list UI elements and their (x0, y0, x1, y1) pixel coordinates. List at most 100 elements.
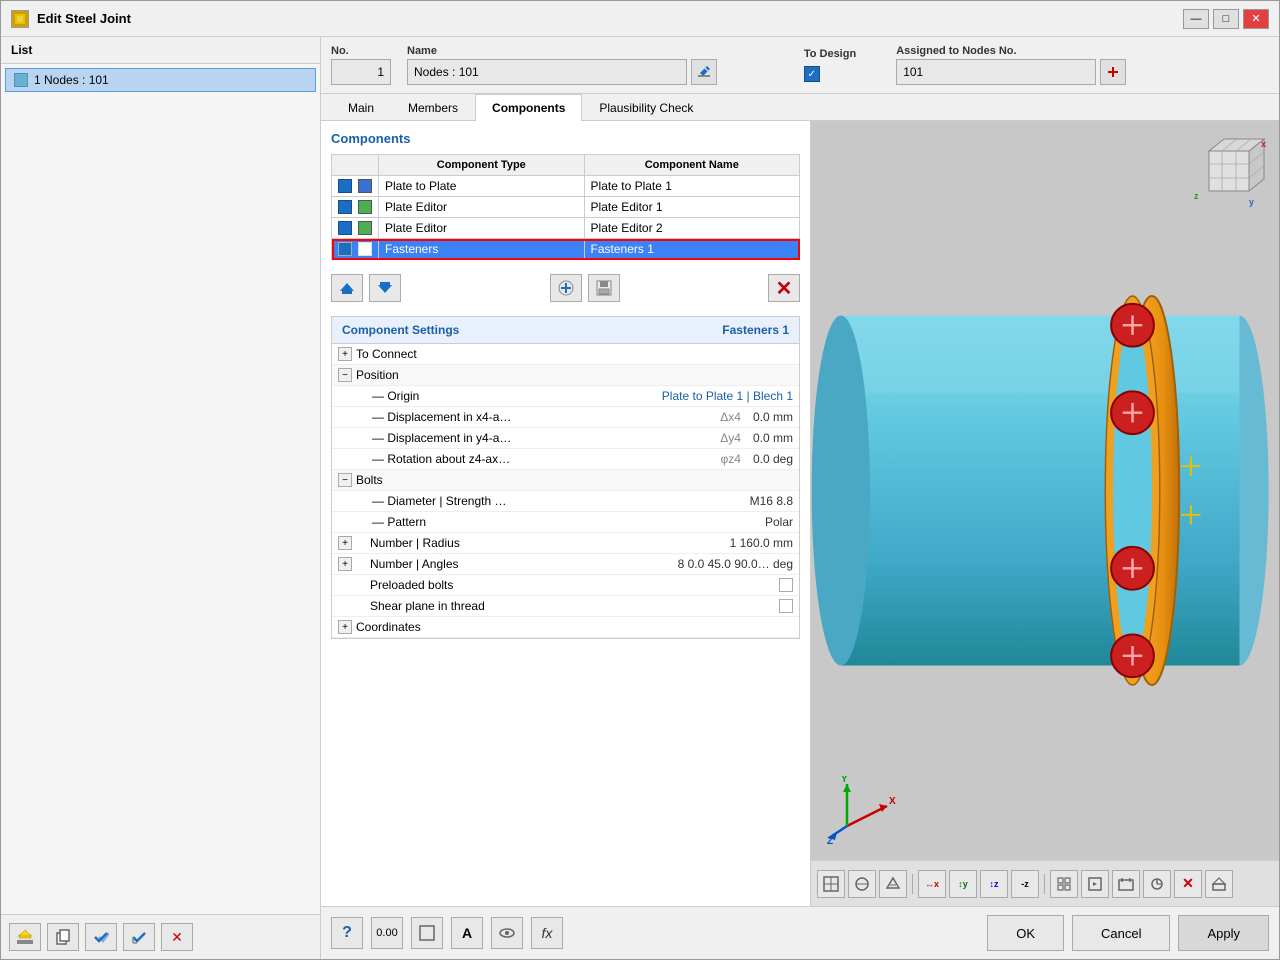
svg-text:Y: Y (841, 776, 848, 785)
bottom-bar: ? 0.00 A fx OK Cancel Apply (321, 906, 1279, 959)
assigned-input[interactable] (896, 59, 1096, 85)
number-radius-row[interactable]: + Number | Radius 1 160.0 mm (332, 533, 799, 554)
disp-y-value: 0.0 mm (753, 431, 793, 445)
list-item[interactable]: 1 Nodes : 101 (5, 68, 316, 92)
table-row[interactable]: Plate Editor Plate Editor 1 (332, 197, 800, 218)
row1-checkbox[interactable] (338, 179, 352, 193)
assigned-group: Assigned to Nodes No. (896, 45, 1253, 85)
3d-scene (811, 121, 1279, 860)
view-button[interactable] (491, 917, 523, 949)
diameter-label: — Diameter | Strength … (372, 494, 742, 508)
main-window: Edit Steel Joint — □ ✕ List 1 Nodes : 10… (0, 0, 1280, 960)
copy-button[interactable] (47, 923, 79, 951)
tab-components[interactable]: Components (475, 94, 582, 121)
vp-btn-red[interactable]: ✕ (1174, 870, 1202, 898)
shear-plane-checkbox[interactable] (779, 599, 793, 613)
cancel-button[interactable]: Cancel (1072, 915, 1170, 951)
vp-btn-6[interactable] (1081, 870, 1109, 898)
number-radius-expander[interactable]: + (338, 536, 352, 550)
minimize-button[interactable]: — (1183, 9, 1209, 29)
row2-name: Plate Editor 1 (584, 197, 799, 218)
pattern-row: — Pattern Polar (332, 512, 799, 533)
verify-button[interactable] (85, 923, 117, 951)
to-design-checkbox[interactable]: ✓ (804, 66, 820, 82)
no-group: No. (331, 45, 391, 85)
text-button[interactable]: A (451, 917, 483, 949)
to-design-label: To Design (804, 48, 856, 60)
vp-btn-3[interactable] (879, 870, 907, 898)
assigned-action-button[interactable] (1100, 59, 1126, 85)
number-angles-expander[interactable]: + (338, 557, 352, 571)
add-button[interactable] (9, 923, 41, 951)
help-button[interactable]: ? (331, 917, 363, 949)
vp-btn-9[interactable] (1205, 870, 1233, 898)
preloaded-label: Preloaded bolts (370, 578, 779, 592)
position-expander[interactable]: − (338, 368, 352, 382)
disp-x-label: — Displacement in x4-a… (372, 410, 716, 424)
viewport[interactable]: y x z X (811, 121, 1279, 906)
vp-btn-x-axis[interactable]: ↔x (918, 870, 946, 898)
delete-button[interactable]: ✕ (161, 923, 193, 951)
to-design-group: To Design ✓ (804, 48, 856, 82)
row1-color (358, 179, 372, 193)
to-connect-row[interactable]: + To Connect (332, 344, 799, 365)
bolts-expander[interactable]: − (338, 473, 352, 487)
rotation-symbol: φz4 (720, 452, 740, 466)
table-row[interactable]: Plate to Plate Plate to Plate 1 (332, 176, 800, 197)
delete-component-button[interactable]: ✕ (768, 274, 800, 302)
vp-btn-7[interactable] (1112, 870, 1140, 898)
vp-btn-5[interactable] (1050, 870, 1078, 898)
bolts-row[interactable]: − Bolts (332, 470, 799, 491)
name-input[interactable] (407, 59, 687, 85)
no-input[interactable] (331, 59, 391, 85)
axes-indicator: X Y Z (827, 776, 897, 846)
display-button[interactable] (411, 917, 443, 949)
assigned-label: Assigned to Nodes No. (896, 45, 1253, 57)
tab-members[interactable]: Members (391, 94, 475, 121)
tab-main[interactable]: Main (331, 94, 391, 121)
right-panel: No. Name To Design ✓ (321, 37, 1279, 959)
row4-name: Fasteners 1 (584, 239, 799, 260)
to-connect-expander[interactable]: + (338, 347, 352, 361)
vp-btn-1[interactable] (817, 870, 845, 898)
decimal-button[interactable]: 0.00 (371, 917, 403, 949)
apply-button[interactable]: Apply (1178, 915, 1269, 951)
maximize-button[interactable]: □ (1213, 9, 1239, 29)
vp-btn-4[interactable]: -z (1011, 870, 1039, 898)
table-row[interactable]: Plate Editor Plate Editor 2 (332, 218, 800, 239)
save-component-button[interactable] (588, 274, 620, 302)
row3-checkbox[interactable] (338, 221, 352, 235)
close-button[interactable]: ✕ (1243, 9, 1269, 29)
component-settings-section: Component Settings Fasteners 1 + To Conn… (331, 316, 800, 639)
window-title: Edit Steel Joint (37, 11, 1175, 26)
row4-checkbox[interactable] (338, 242, 352, 256)
name-edit-button[interactable] (691, 59, 717, 85)
preloaded-checkbox[interactable] (779, 578, 793, 592)
coordinates-row[interactable]: + Coordinates (332, 617, 799, 638)
vp-btn-8[interactable] (1143, 870, 1171, 898)
table-row[interactable]: Fasteners Fasteners 1 (332, 239, 800, 260)
cube-navigator[interactable]: y x z (1189, 131, 1269, 211)
components-section: Components Component Type Component Name (331, 131, 800, 308)
row2-checkbox[interactable] (338, 200, 352, 214)
vp-btn-z-axis[interactable]: ↕z (980, 870, 1008, 898)
origin-value: Plate to Plate 1 | Blech 1 (662, 389, 793, 403)
move-up-button[interactable] (331, 274, 363, 302)
ok-button[interactable]: OK (987, 915, 1064, 951)
number-radius-label: Number | Radius (370, 536, 722, 550)
bottom-icons: ? 0.00 A fx (331, 917, 563, 949)
renumber-button[interactable] (123, 923, 155, 951)
col-type: Component Type (379, 155, 585, 176)
coordinates-expander[interactable]: + (338, 620, 352, 634)
number-angles-row[interactable]: + Number | Angles 8 0.0 45.0 90.0… deg (332, 554, 799, 575)
settings-title: Component Settings (342, 323, 459, 337)
main-content: List 1 Nodes : 101 ✕ (1, 37, 1279, 959)
vp-btn-2[interactable] (848, 870, 876, 898)
shear-plane-label: Shear plane in thread (370, 599, 779, 613)
move-down-button[interactable] (369, 274, 401, 302)
formula-button[interactable]: fx (531, 917, 563, 949)
tab-plausibility[interactable]: Plausibility Check (582, 94, 710, 121)
position-row[interactable]: − Position (332, 365, 799, 386)
vp-btn-y-axis[interactable]: ↕y (949, 870, 977, 898)
add-component-button[interactable] (550, 274, 582, 302)
